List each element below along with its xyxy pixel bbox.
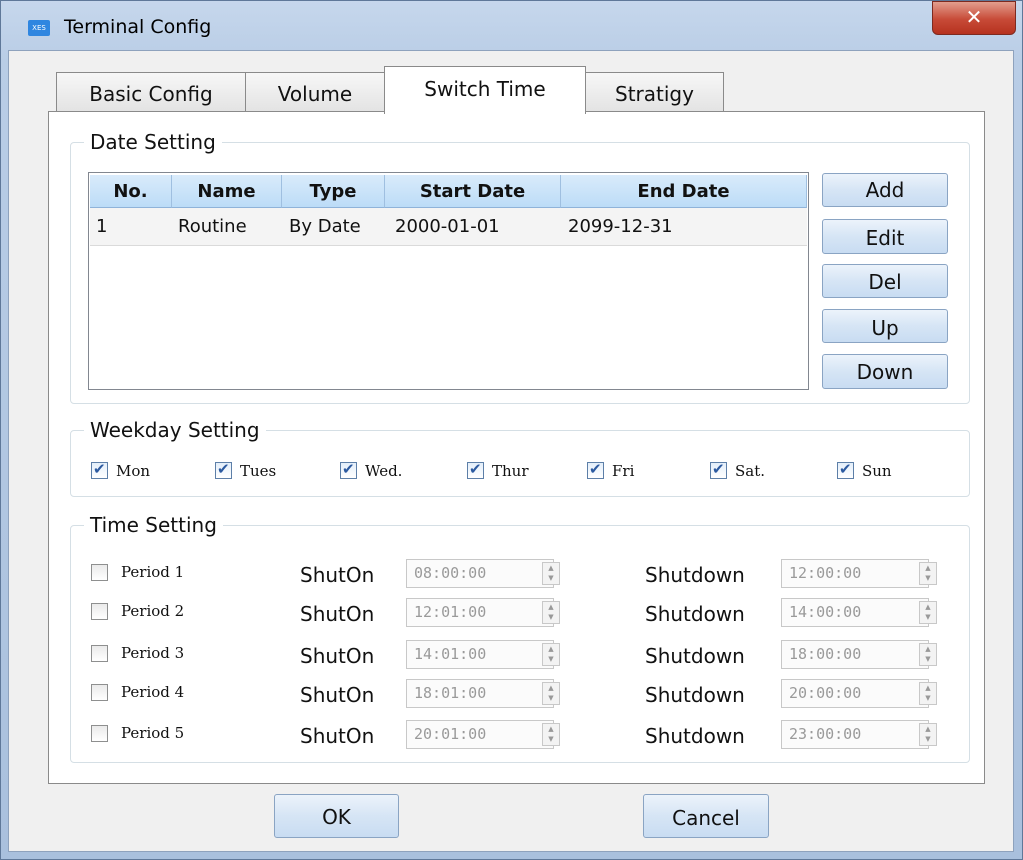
- shuton-time-value-5: 20:01:00: [414, 725, 487, 743]
- checkbox-period-5[interactable]: [91, 725, 108, 742]
- shutdown-time-value-1: 12:00:00: [789, 564, 862, 582]
- checkbox-thur[interactable]: [467, 460, 484, 479]
- app-icon: XES: [28, 20, 50, 36]
- cell-start-date: 2000-01-01: [395, 216, 500, 237]
- column-header-no[interactable]: No.: [90, 175, 172, 208]
- column-header-name[interactable]: Name: [172, 175, 282, 208]
- spin-arrows-icon[interactable]: ▲ ▼: [542, 723, 560, 746]
- checkbox-sun-label[interactable]: Sun: [862, 462, 892, 480]
- spin-arrows-icon[interactable]: ▲ ▼: [542, 643, 560, 666]
- spin-arrows-icon[interactable]: ▲ ▼: [919, 562, 937, 585]
- tab-stratigy[interactable]: Stratigy: [585, 72, 724, 112]
- period-2-label[interactable]: Period 2: [121, 602, 184, 620]
- checkbox-sat[interactable]: [710, 460, 727, 479]
- checkbox-fri-label[interactable]: Fri: [612, 462, 634, 480]
- shuton-label: ShutOn: [300, 644, 375, 668]
- column-header-type[interactable]: Type: [282, 175, 385, 208]
- spin-arrows-icon[interactable]: ▲ ▼: [542, 682, 560, 705]
- checkbox-period-2[interactable]: [91, 603, 108, 620]
- period-1-label[interactable]: Period 1: [121, 563, 184, 581]
- ok-button[interactable]: OK: [274, 794, 399, 838]
- weekday-setting-legend: Weekday Setting: [84, 418, 266, 442]
- shuton-time-value-3: 14:01:00: [414, 645, 487, 663]
- shuton-time-value-1: 08:00:00: [414, 564, 487, 582]
- close-icon: ✕: [965, 5, 983, 29]
- shuton-label: ShutOn: [300, 683, 375, 707]
- cancel-button[interactable]: Cancel: [643, 794, 769, 838]
- shutdown-time-value-3: 18:00:00: [789, 645, 862, 663]
- time-setting-legend: Time Setting: [84, 513, 223, 537]
- spin-arrows-icon[interactable]: ▲ ▼: [542, 562, 560, 585]
- tab-switch-time[interactable]: Switch Time: [384, 66, 586, 114]
- cell-name: Routine: [178, 216, 247, 237]
- tab-basic-config[interactable]: Basic Config: [56, 72, 246, 112]
- shuton-time-value-4: 18:01:00: [414, 684, 487, 702]
- add-button[interactable]: Add: [822, 173, 948, 207]
- edit-button[interactable]: Edit: [822, 219, 948, 254]
- shutdown-label: Shutdown: [645, 724, 745, 748]
- shuton-label: ShutOn: [300, 563, 375, 587]
- checkbox-period-1[interactable]: [91, 564, 108, 581]
- cell-end-date: 2099-12-31: [568, 216, 673, 237]
- checkbox-sun[interactable]: [837, 460, 854, 479]
- checkbox-tues[interactable]: [215, 460, 232, 479]
- column-header-end-date[interactable]: End Date: [561, 175, 807, 208]
- checkbox-wed-label[interactable]: Wed.: [365, 462, 402, 480]
- shutdown-label: Shutdown: [645, 683, 745, 707]
- checkbox-mon-label[interactable]: Mon: [116, 462, 150, 480]
- checkbox-tues-label[interactable]: Tues: [240, 462, 276, 480]
- period-5-label[interactable]: Period 5: [121, 724, 184, 742]
- close-button[interactable]: ✕: [932, 1, 1016, 35]
- checkbox-period-4[interactable]: [91, 684, 108, 701]
- checkbox-thur-label[interactable]: Thur: [492, 462, 529, 480]
- checkbox-sat-label[interactable]: Sat.: [735, 462, 765, 480]
- period-4-label[interactable]: Period 4: [121, 683, 184, 701]
- delete-button[interactable]: Del: [822, 264, 948, 298]
- checkbox-period-3[interactable]: [91, 645, 108, 662]
- shuton-label: ShutOn: [300, 602, 375, 626]
- spin-arrows-icon[interactable]: ▲ ▼: [919, 601, 937, 624]
- shutdown-time-value-4: 20:00:00: [789, 684, 862, 702]
- shutdown-label: Shutdown: [645, 644, 745, 668]
- shuton-time-value-2: 12:01:00: [414, 603, 487, 621]
- window-title: Terminal Config: [64, 16, 212, 38]
- tab-volume[interactable]: Volume: [245, 72, 385, 112]
- period-3-label[interactable]: Period 3: [121, 644, 184, 662]
- checkbox-mon[interactable]: [91, 460, 108, 479]
- cell-type: By Date: [289, 216, 361, 237]
- column-header-start-date[interactable]: Start Date: [385, 175, 561, 208]
- shutdown-time-value-5: 23:00:00: [789, 725, 862, 743]
- date-setting-legend: Date Setting: [84, 130, 222, 154]
- move-down-button[interactable]: Down: [822, 354, 948, 389]
- spin-arrows-icon[interactable]: ▲ ▼: [919, 723, 937, 746]
- spin-arrows-icon[interactable]: ▲ ▼: [919, 643, 937, 666]
- shutdown-label: Shutdown: [645, 563, 745, 587]
- checkbox-fri[interactable]: [587, 460, 604, 479]
- move-up-button[interactable]: Up: [822, 309, 948, 343]
- spin-arrows-icon[interactable]: ▲ ▼: [542, 601, 560, 624]
- shutdown-time-value-2: 14:00:00: [789, 603, 862, 621]
- checkbox-wed[interactable]: [340, 460, 357, 479]
- cell-no: 1: [96, 216, 108, 237]
- spin-arrows-icon[interactable]: ▲ ▼: [919, 682, 937, 705]
- shuton-label: ShutOn: [300, 724, 375, 748]
- shutdown-label: Shutdown: [645, 602, 745, 626]
